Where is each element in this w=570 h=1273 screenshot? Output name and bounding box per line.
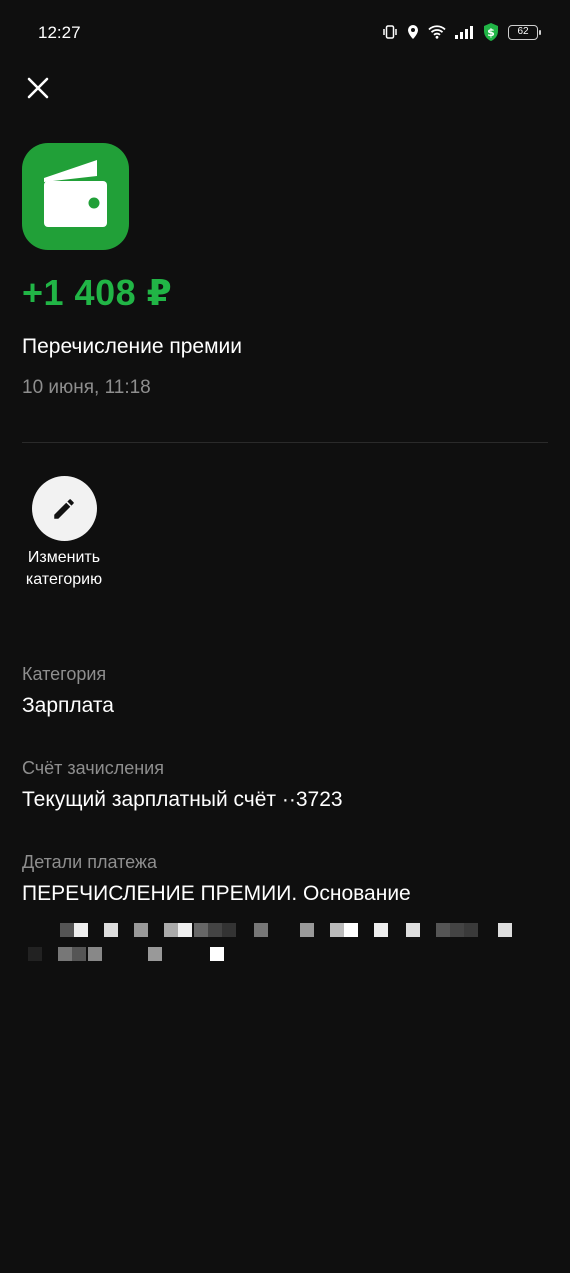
category-label: Категория (22, 664, 107, 684)
wifi-icon (428, 25, 446, 39)
change-category-label-line1: Изменить (27, 549, 101, 566)
vibrate-icon (382, 24, 398, 40)
change-category-label: Изменить категорию (26, 547, 102, 591)
pencil-icon (54, 498, 74, 519)
close-icon (27, 77, 49, 99)
payment-details-label: Детали платежа (22, 852, 157, 872)
svg-text:$: $ (487, 26, 495, 39)
category-value: Зарплата (22, 694, 114, 717)
account-value: Текущий зарплатный счёт ··3723 (22, 788, 343, 811)
account-label: Счёт зачисления (22, 758, 164, 778)
change-category-label-line2: категорию (25, 571, 103, 588)
status-icons: $ 62 (382, 21, 541, 43)
payment-details-value: ПЕРЕЧИСЛЕНИЕ ПРЕМИИ. Основание (22, 882, 411, 905)
shield-dollar-icon: $ (482, 22, 500, 42)
close-button[interactable] (22, 72, 54, 104)
transaction-date: 10 июня, 11:18 (22, 377, 151, 398)
wallet-icon (44, 160, 107, 227)
battery-icon: 62 (508, 24, 541, 40)
status-bar: 12:27 $ 62 (0, 0, 570, 64)
transaction-amount: +1 408 ₽ (22, 272, 173, 313)
status-time: 12:27 (38, 23, 81, 42)
location-icon (406, 24, 420, 40)
transaction-title: Перечисление премии (22, 335, 243, 358)
category-tile (22, 143, 129, 250)
change-category-circle[interactable] (31, 476, 97, 541)
censored-text (22, 915, 522, 975)
signal-icon (454, 25, 474, 39)
divider (22, 442, 548, 443)
change-category-button[interactable]: Изменить категорию (18, 476, 110, 591)
